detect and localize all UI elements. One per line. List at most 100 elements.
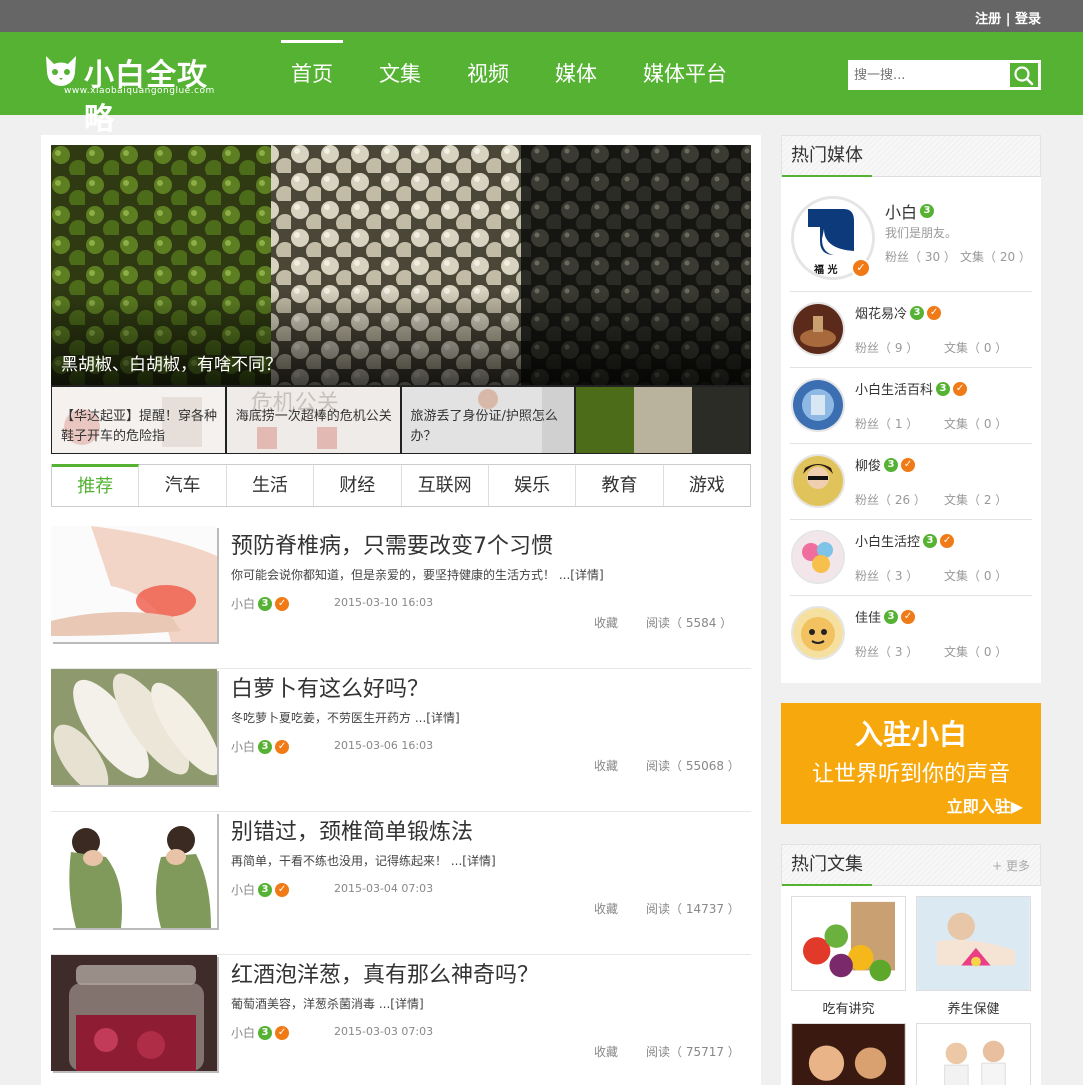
tab-life[interactable]: 生活 [226,464,315,506]
article-title[interactable]: 别错过，颈椎简单锻炼法 [231,814,473,846]
level-badge: 3 [884,609,899,624]
article-image[interactable] [51,955,217,1071]
media-bio: 我们是朋友。 [885,226,958,240]
verified-icon: ✓ [275,1025,290,1040]
tab-games[interactable]: 游戏 [663,464,750,506]
nav-item-media[interactable]: 媒体 [545,32,607,115]
verified-icon: ✓ [901,457,916,472]
media-collections: 文集（ 0 ） [944,569,1008,583]
tab-education[interactable]: 教育 [576,464,664,506]
article-image[interactable] [51,812,217,928]
author-name[interactable]: 小白 [231,738,255,755]
collection-item[interactable] [916,1023,1031,1085]
media-name[interactable]: 小白 [885,199,917,223]
media-name-line: 小白生活控 3 ✓ [855,531,955,550]
thumb-caption: 旅游丢了身份证/护照怎么办？ [410,409,558,444]
media-name[interactable]: 小白生活控 [855,531,920,550]
article-title[interactable]: 红酒泡洋葱，真有那么神奇吗？ [231,957,539,989]
nav-item-video[interactable]: 视频 [457,32,519,115]
read-count: 阅读（ 55068 ） [646,759,740,773]
article-desc[interactable]: 冬吃萝卜夏吃姜，不劳医生开药方 ...[详情] [231,709,460,726]
featured-media-name: 小白 3 [885,199,935,223]
avatar[interactable] [791,302,845,356]
thumb-item[interactable]: 危机公关 海底捞一次超棒的危机公关 [226,387,400,453]
nav-item-collections[interactable]: 文集 [369,32,431,115]
author-name[interactable]: 小白 [231,881,255,898]
search-input[interactable] [849,61,1008,89]
tab-auto[interactable]: 汽车 [139,464,227,506]
more-link[interactable]: + 更多 [992,857,1030,874]
level-badge: 3 [258,882,273,897]
join-now-button[interactable]: 立即入驻▶ [947,793,1023,817]
verified-icon: ✓ [275,596,290,611]
hot-media-panel: 热门媒体 福 光 ✓ 小白 3 我们是朋友。 粉丝（ 30 ） 文集（ 20 ） … [781,135,1041,683]
avatar-text: 福 光 [814,265,838,276]
hot-collections-title: 热门文集 [782,845,872,886]
media-name[interactable]: 佳佳 [855,607,881,626]
article-desc[interactable]: 葡萄酒美容，洋葱杀菌消毒 ...[详情] [231,995,424,1012]
collection-item[interactable]: 养生保健 [916,896,1031,1017]
media-name[interactable]: 烟花易冷 [855,303,907,322]
main-content: 黑胡椒、白胡椒，有啥不同？ 【华达起亚】提醒！穿各种鞋子开车的危险指 危机公关 … [41,135,761,1085]
join-banner[interactable]: 入驻小白 让世界听到你的声音 立即入驻▶ [781,703,1041,824]
article-desc[interactable]: 你可能会说你都知道，但是亲爱的，要坚持健康的生活方式！ ...[详情] [231,566,604,583]
media-name[interactable]: 小白生活百科 [855,379,933,398]
author-name[interactable]: 小白 [231,1024,255,1041]
media-collections: 文集（ 0 ） [944,645,1008,659]
read-count: 阅读（ 5584 ） [646,616,733,630]
thumb-item[interactable] [576,387,749,453]
favorite-button[interactable]: 收藏 [594,757,618,774]
nav-item-media-platform[interactable]: 媒体平台 [633,32,737,115]
thumb-item[interactable]: 旅游丢了身份证/护照怎么办？ [401,387,575,453]
primary-nav: 首页 文集 视频 媒体 媒体平台 [281,32,763,115]
favorite-button[interactable]: 收藏 [594,1043,618,1060]
level-badge: 3 [923,533,938,548]
collection-item[interactable]: 吃有讲究 [791,896,906,1017]
article-desc[interactable]: 再简单，干看不练也没用，记得练起来！ ...[详情] [231,852,496,869]
read-count: 阅读（ 75717 ） [646,1045,740,1059]
media-row: 烟花易冷 3 ✓ 粉丝（ 9 ） 文集（ 0 ） [790,292,1032,368]
thumb-item[interactable]: 【华达起亚】提醒！穿各种鞋子开车的危险指 [52,387,225,453]
read-count: 阅读（ 14737 ） [646,902,740,916]
article-title[interactable]: 预防脊椎病，只需要改变7个习惯 [231,528,553,560]
level-badge: 3 [920,204,935,218]
article-title[interactable]: 白萝卜有这么好吗？ [231,671,429,703]
article-item: 红酒泡洋葱，真有那么神奇吗？ 葡萄酒美容，洋葱杀菌消毒 ...[详情] 小白 3 ✓… [51,955,751,1085]
verified-icon: ✓ [275,882,290,897]
peppercorn-image [51,145,751,385]
banner-slogan: 让世界听到你的声音 [811,762,1010,787]
author-name[interactable]: 小白 [231,595,255,612]
search-button[interactable] [1008,61,1040,89]
tab-recommended[interactable]: 推荐 [52,464,140,506]
level-badge: 3 [258,1025,273,1040]
avatar[interactable] [791,454,845,508]
media-fans: 粉丝（ 30 ） [885,250,956,264]
verified-icon: ✓ [851,258,871,278]
register-link[interactable]: 注册 [975,12,1001,27]
hot-media-title: 热门媒体 [782,136,872,177]
avatar[interactable] [791,530,845,584]
avatar-image [793,456,843,506]
media-name[interactable]: 柳俊 [855,455,881,474]
tab-internet[interactable]: 互联网 [401,464,489,506]
article-image[interactable] [51,669,217,785]
avatar[interactable] [791,378,845,432]
collection-item[interactable] [791,1023,906,1085]
login-link[interactable]: 登录 [1015,12,1041,27]
article-item: 白萝卜有这么好吗？ 冬吃萝卜夏吃姜，不劳医生开药方 ...[详情] 小白 3 ✓ 2… [51,669,751,812]
media-fans: 粉丝（ 1 ） [855,417,919,431]
auth-separator: | [1001,12,1015,27]
article-image[interactable] [51,526,217,642]
tab-entertainment[interactable]: 娱乐 [488,464,577,506]
site-logo[interactable]: 小白全攻略 www.xiaobaiquangonglue.com [42,50,232,137]
avatar[interactable] [791,606,845,660]
article-date: 2015-03-03 07:03 [334,1025,434,1038]
hero-slide[interactable]: 黑胡椒、白胡椒，有啥不同？ [51,145,751,385]
article-author: 小白 3 ✓ [231,595,290,612]
media-fans: 粉丝（ 3 ） [855,645,919,659]
favorite-button[interactable]: 收藏 [594,614,618,631]
tab-finance[interactable]: 财经 [314,464,402,506]
thumb-caption: 海底捞一次超棒的危机公关 [235,409,392,424]
favorite-button[interactable]: 收藏 [594,900,618,917]
nav-item-home[interactable]: 首页 [281,32,343,115]
